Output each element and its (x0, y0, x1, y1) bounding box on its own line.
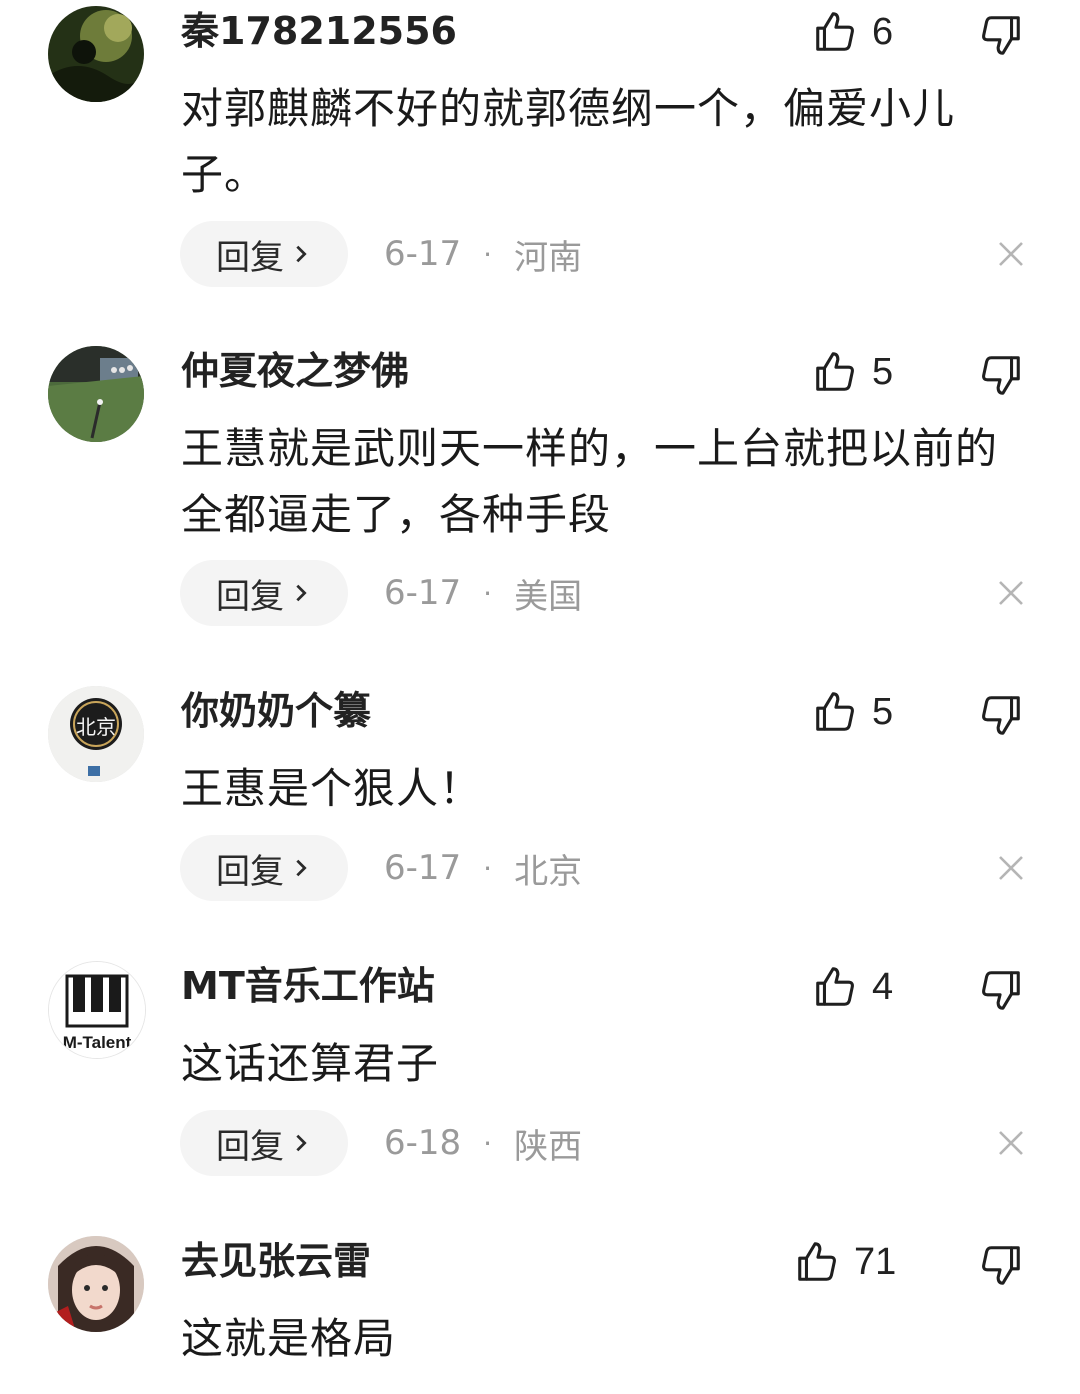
avatar[interactable]: 北京 (48, 686, 144, 782)
reply-button[interactable]: 回复 (180, 1110, 348, 1176)
comment-text: 王慧就是武则天一样的，一上台就把以前的全都逼走了，各种手段 (181, 424, 999, 539)
avatar[interactable] (48, 1236, 144, 1332)
thumbs-up-icon (816, 692, 854, 731)
reply-label: 回复 (216, 1126, 284, 1167)
comment-list: 秦178212556 6 对郭麒麟不好的就郭德纲一个，偏爱小儿子。 回复 6-1… (0, 0, 1080, 1394)
comment-text: 这话还算君子 (181, 1039, 440, 1088)
username[interactable]: 去见张云雷 (181, 1238, 371, 1284)
username[interactable]: MT音乐工作站 (181, 963, 435, 1009)
close-icon[interactable] (996, 1128, 1026, 1158)
like-count: 5 (872, 691, 894, 733)
thumbs-down-icon[interactable] (978, 967, 1024, 1013)
avatar-seal-text: 北京 (76, 715, 116, 739)
like-button[interactable]: 4 (812, 965, 893, 1009)
username[interactable]: 你奶奶个纂 (181, 688, 371, 734)
comment-location: 美国 (514, 576, 583, 617)
comment-meta: 6-17 · 河南 (384, 221, 582, 287)
reply-label: 回复 (216, 237, 284, 278)
reply-button[interactable]: 回复 (180, 221, 348, 287)
avatar[interactable] (48, 6, 144, 102)
close-icon[interactable] (996, 578, 1026, 608)
like-count: 4 (872, 966, 894, 1008)
comment-meta: 6-17 · 北京 (384, 835, 582, 901)
comment-meta: 6-17 · 美国 (384, 560, 582, 626)
reply-button[interactable]: 回复 (180, 835, 348, 901)
comment-date: 6-17 (384, 848, 462, 888)
comment-date: 6-18 (384, 1123, 462, 1163)
thumbs-down-icon[interactable] (978, 1242, 1024, 1288)
like-button[interactable]: 6 (812, 10, 893, 54)
reply-label: 回复 (216, 851, 284, 892)
like-button[interactable]: 71 (794, 1240, 896, 1284)
comment-meta: 6-18 · 陕西 (384, 1110, 582, 1176)
thumbs-up-icon (816, 12, 854, 51)
thumbs-up-icon (816, 352, 854, 391)
like-count: 71 (854, 1241, 897, 1283)
thumbs-up-icon (816, 967, 854, 1006)
separator-dot: · (483, 1126, 493, 1160)
like-button[interactable]: 5 (812, 350, 893, 394)
thumbs-down-icon[interactable] (978, 12, 1024, 58)
close-icon[interactable] (996, 853, 1026, 883)
avatar-logo-text: M-Talent (63, 1033, 132, 1052)
chevron-right-icon (296, 859, 307, 877)
separator-dot: · (483, 237, 493, 271)
chevron-right-icon (296, 584, 307, 602)
comment-location: 北京 (514, 851, 583, 892)
comment-location: 陕西 (514, 1126, 583, 1167)
like-button[interactable]: 5 (812, 690, 893, 734)
comment-text: 这就是格局 (181, 1314, 397, 1363)
comment-location: 河南 (514, 237, 583, 278)
thumbs-down-icon[interactable] (978, 352, 1024, 398)
thumbs-down-icon[interactable] (978, 692, 1024, 738)
comment-date: 6-17 (384, 234, 462, 274)
username[interactable]: 仲夏夜之梦佛 (181, 348, 409, 394)
close-icon[interactable] (996, 239, 1026, 269)
like-count: 5 (872, 351, 894, 393)
comment-date: 6-17 (384, 573, 462, 613)
comment-text: 王惠是个狠人！ (181, 764, 483, 813)
chevron-right-icon (296, 1134, 307, 1152)
avatar[interactable]: M-Talent (48, 961, 146, 1059)
reply-label: 回复 (216, 576, 284, 617)
thumbs-up-icon (798, 1242, 836, 1281)
chevron-right-icon (296, 245, 307, 263)
separator-dot: · (483, 851, 493, 885)
comment-text: 对郭麒麟不好的就郭德纲一个，偏爱小儿子。 (181, 84, 956, 199)
username[interactable]: 秦178212556 (181, 8, 457, 54)
separator-dot: · (483, 576, 493, 610)
avatar[interactable] (48, 346, 144, 442)
reply-button[interactable]: 回复 (180, 560, 348, 626)
like-count: 6 (872, 11, 894, 53)
